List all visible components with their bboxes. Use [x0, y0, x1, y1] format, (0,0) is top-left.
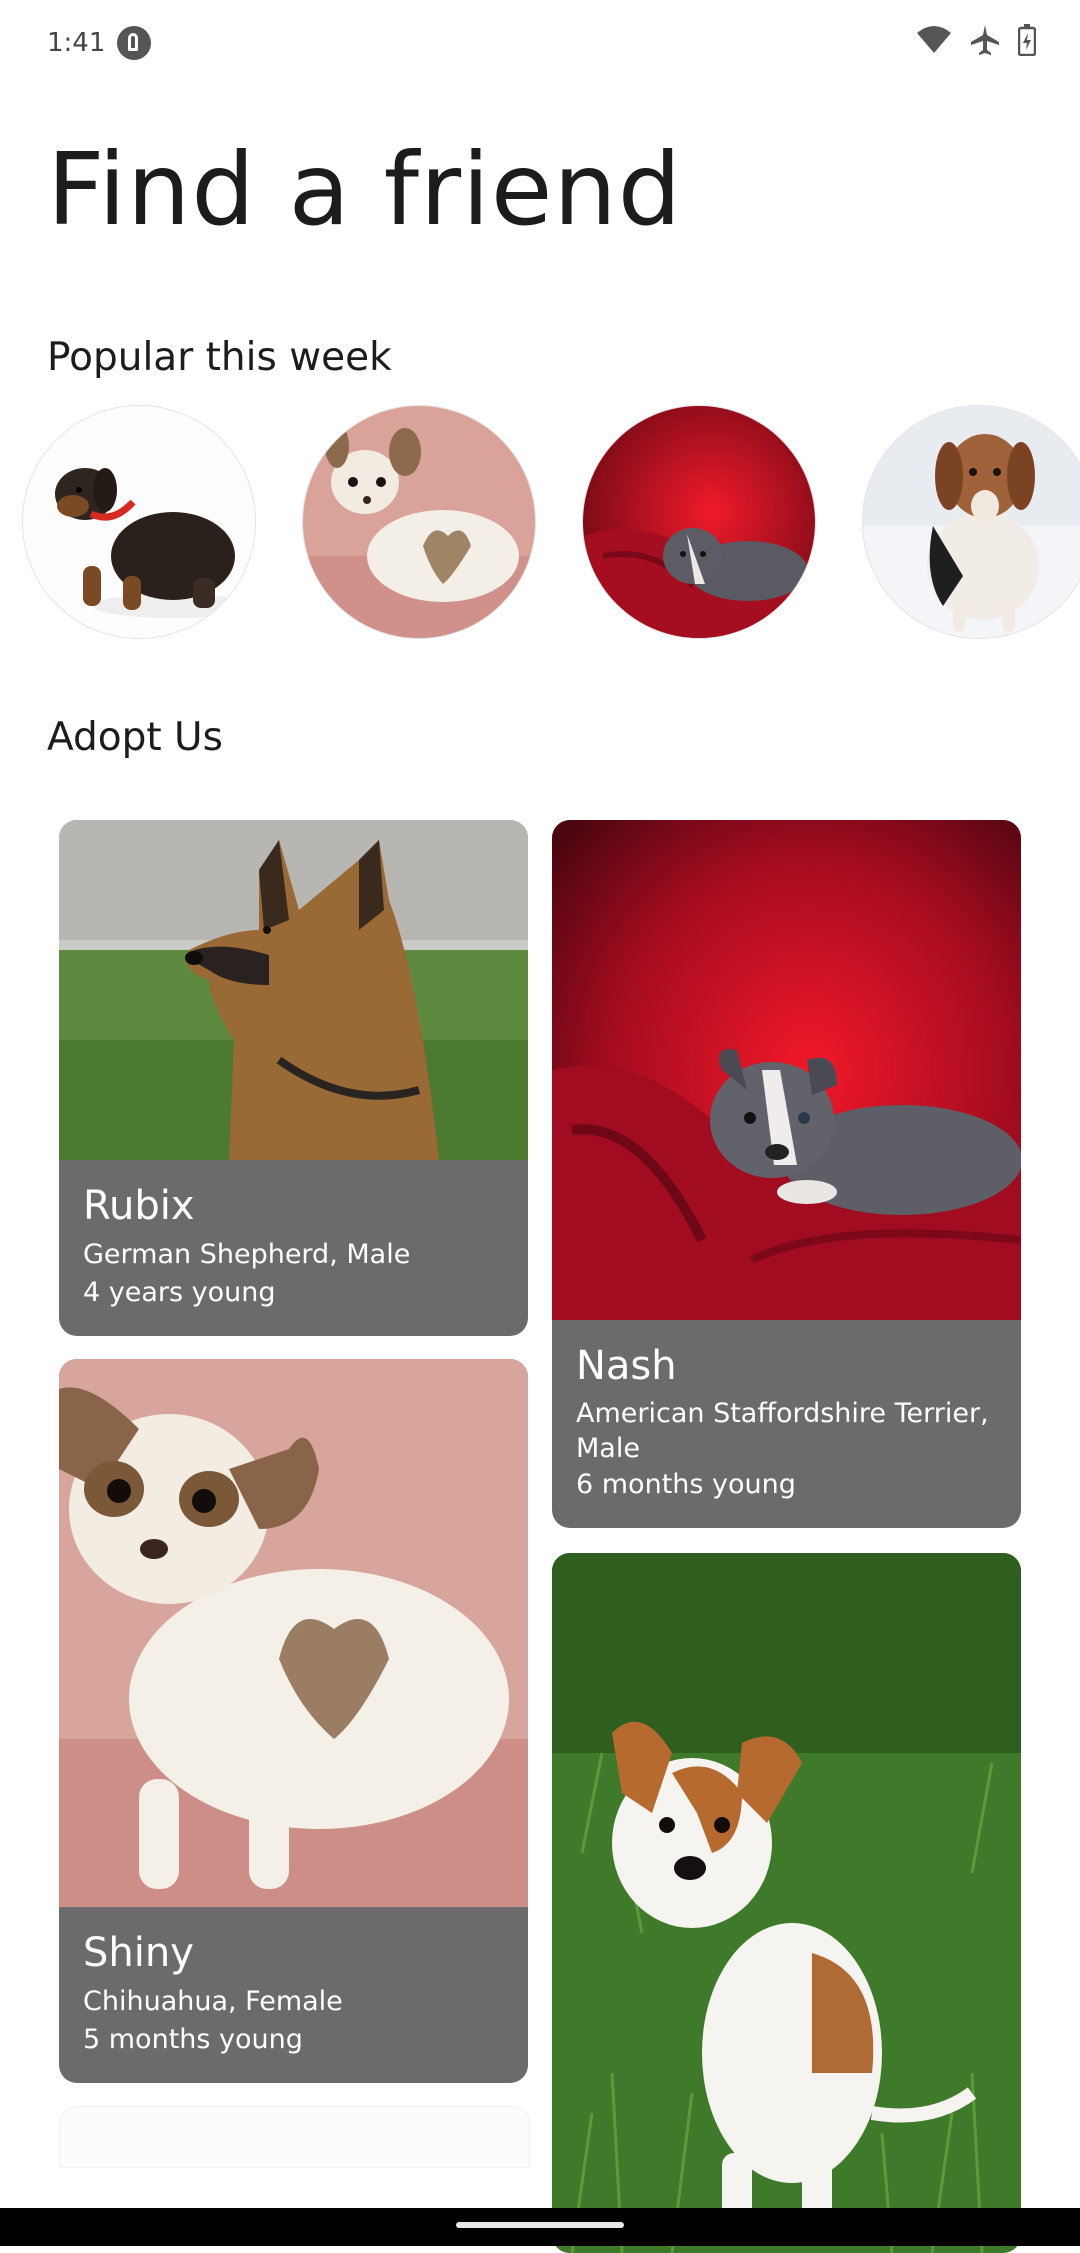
page-title: Find a friend: [47, 131, 683, 248]
pet-name: Nash: [576, 1343, 677, 1389]
pet-photo: [552, 820, 1021, 1320]
popular-item-staffordshire[interactable]: [582, 405, 816, 639]
home-gesture-handle[interactable]: [456, 2222, 624, 2228]
pet-name: Rubix: [83, 1183, 195, 1229]
pet-info: Nash American Staffordshire Terrier, Mal…: [552, 1320, 1021, 1528]
adopt-heading: Adopt Us: [47, 715, 223, 760]
pet-card-nash[interactable]: Nash American Staffordshire Terrier, Mal…: [552, 820, 1021, 1528]
popular-item-chihuahua[interactable]: [302, 405, 536, 639]
pet-breed: Chihuahua, Female: [83, 1986, 343, 2017]
pet-photo: [59, 1359, 528, 1907]
german-shepherd-photo: [59, 820, 528, 1160]
pet-breed: American Staffordshire Terrier, Male: [576, 1398, 989, 1465]
pet-age: 4 years young: [83, 1276, 276, 1308]
status-time: 1:41: [47, 28, 106, 58]
dachshund-puppy-photo: [23, 406, 255, 638]
staffordshire-puppy-photo: [552, 820, 1021, 1320]
airplane-mode-icon: [971, 25, 999, 55]
status-icons: [916, 24, 1036, 56]
jack-russell-puppy-photo: [552, 1553, 1021, 2253]
battery-charging-icon: [1018, 24, 1036, 56]
popular-item-beagle[interactable]: [862, 405, 1080, 639]
pet-card-rubix[interactable]: Rubix German Shepherd, Male 4 years youn…: [59, 820, 528, 1336]
popular-heading: Popular this week: [47, 335, 392, 380]
pet-photo: [552, 1553, 1021, 2253]
pet-info: Shiny Chihuahua, Female 5 months young: [59, 1907, 528, 2083]
app-notification-icon: [117, 26, 151, 60]
chihuahua-puppy-photo: [303, 406, 535, 638]
pet-breed: German Shepherd, Male: [83, 1239, 411, 1270]
staffordshire-puppy-photo: [583, 406, 815, 638]
beagle-photo: [863, 406, 1080, 638]
pet-age: 5 months young: [83, 2023, 303, 2055]
pet-card-next[interactable]: [59, 2106, 530, 2168]
pet-card-jack-russell[interactable]: [552, 1553, 1021, 2253]
popular-item-dachshund[interactable]: [22, 405, 256, 639]
pet-name: Shiny: [83, 1930, 194, 1976]
pet-age: 6 months young: [576, 1469, 796, 1501]
wifi-icon: [917, 26, 951, 53]
chihuahua-puppy-photo: [59, 1359, 528, 1907]
status-bar: 1:41: [0, 0, 1080, 88]
popular-carousel[interactable]: [22, 405, 1080, 640]
pet-photo: [59, 820, 528, 1160]
pet-card-shiny[interactable]: Shiny Chihuahua, Female 5 months young: [59, 1359, 528, 2083]
pet-info: Rubix German Shepherd, Male 4 years youn…: [59, 1160, 528, 1336]
navigation-bar: [0, 2208, 1080, 2246]
